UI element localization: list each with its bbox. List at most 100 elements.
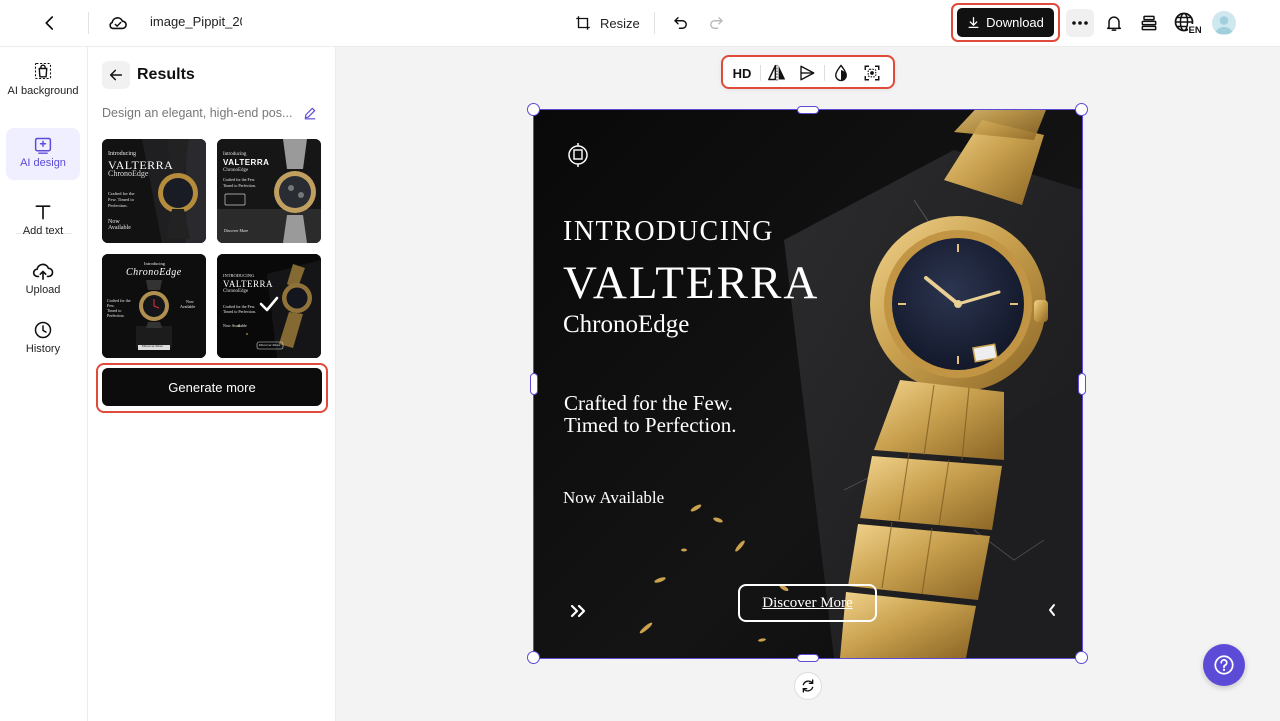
resize-handle-right[interactable]	[1078, 373, 1086, 395]
pencil-icon	[304, 107, 316, 120]
rail-item-label: Upload	[25, 284, 61, 296]
rail-item-ai-design[interactable]: AI design	[6, 128, 80, 180]
result-thumbnail-4[interactable]: INTRODUCING VALTERRA ChronoEdge Crafted …	[217, 254, 321, 358]
resize-handle-bottom-right[interactable]	[1075, 651, 1088, 664]
user-avatar[interactable]	[1212, 11, 1236, 35]
user-icon	[1215, 16, 1233, 34]
resize-handle-top-left[interactable]	[527, 103, 540, 116]
back-button[interactable]	[38, 11, 62, 35]
rail-item-add-text[interactable]: Add text	[6, 202, 80, 242]
resize-handle-top[interactable]	[797, 106, 819, 114]
download-button[interactable]: Download	[957, 8, 1054, 37]
resize-label: Resize	[600, 15, 640, 31]
send-icon	[800, 65, 815, 81]
bell-icon	[1107, 16, 1121, 31]
results-title: Results	[137, 66, 195, 83]
help-button[interactable]	[1203, 644, 1245, 686]
results-back-button[interactable]	[102, 61, 130, 89]
flip-button[interactable]	[765, 62, 789, 84]
edit-prompt-button[interactable]	[303, 106, 319, 122]
arrow-left-icon	[109, 69, 123, 81]
generate-more-button[interactable]: Generate more	[102, 368, 322, 406]
layers-icon	[1141, 15, 1157, 31]
rail-item-history[interactable]: History	[6, 320, 80, 360]
prompt-preview: Design an elegant, high-end pos...	[102, 106, 293, 120]
thumbnail-text: Discover More	[259, 343, 281, 347]
poster-brand-text: VALTERRA	[563, 257, 820, 309]
send-button[interactable]	[795, 62, 819, 84]
toolbar-divider	[824, 65, 825, 81]
thumbnail-text: Introducing	[108, 151, 136, 157]
notifications-button[interactable]	[1102, 11, 1126, 35]
thumbnail-text: Available	[180, 304, 196, 309]
topbar-divider	[654, 12, 655, 34]
download-icon	[968, 16, 979, 29]
chevron-left-icon	[45, 16, 54, 30]
top-bar: image_Pippit_20 Resize Download EN	[0, 0, 1280, 47]
storage-button[interactable]	[1137, 11, 1161, 35]
focus-icon	[864, 65, 880, 81]
help-icon	[1214, 655, 1234, 675]
clock-icon	[34, 321, 52, 339]
resize-icon	[576, 16, 590, 30]
rail-item-label: AI design	[20, 157, 66, 169]
results-panel: Results Design an elegant, high-end pos.…	[88, 47, 336, 721]
focus-button[interactable]	[860, 62, 884, 84]
cloud-icon	[109, 17, 127, 30]
resize-handle-bottom[interactable]	[797, 654, 819, 662]
more-horizontal-icon	[1072, 21, 1088, 25]
language-code: EN	[1189, 25, 1202, 35]
thumbnail-text: Available	[108, 225, 131, 231]
result-thumbnail-1[interactable]: Introducing VALTERRA ChronoEdge Crafted …	[102, 139, 206, 243]
checkmark-icon	[259, 296, 279, 312]
poster-cta-button[interactable]: Discover More	[738, 584, 877, 622]
thumbnail-text: Timed to Perfection.	[223, 183, 256, 188]
text-icon	[35, 205, 51, 220]
thumbnail-text: VALTERRA	[223, 279, 274, 289]
filename-input[interactable]: image_Pippit_20	[150, 14, 242, 29]
thumbnail-text: INTRODUCING	[223, 273, 255, 278]
resize-handle-bottom-left[interactable]	[527, 651, 540, 664]
thumbnail-text: Discover More	[142, 344, 164, 348]
rail-item-label: Add text	[22, 225, 64, 237]
rotate-button[interactable]	[794, 672, 822, 700]
flip-icon	[768, 64, 786, 82]
more-options-button[interactable]	[1066, 9, 1094, 37]
poster-tagline-line: Timed to Perfection.	[564, 413, 737, 437]
undo-button[interactable]	[669, 11, 693, 35]
thumbnail-text: ChronoEdge	[108, 169, 149, 178]
download-label: Download	[986, 15, 1044, 30]
resize-button[interactable]: Resize	[574, 11, 640, 35]
redo-button[interactable]	[704, 11, 728, 35]
thumbnail-text: ChronoEdge	[223, 168, 249, 173]
thumbnail-text: Timed to Perfection.	[223, 309, 256, 314]
poster-tagline-line: Crafted for the Few.	[564, 391, 733, 415]
droplet-icon	[835, 64, 847, 82]
rail-item-upload[interactable]: Upload	[6, 261, 80, 301]
thumbnail-text: VALTERRA	[223, 158, 270, 167]
thumbnail-text: Perfection.	[107, 313, 125, 318]
tool-rail: AI background AI design Add text Upload …	[0, 47, 88, 721]
rotate-icon	[802, 679, 814, 693]
canvas-area: HD INTRODUCING VALTERRA ChronoEdge Craft…	[336, 47, 1280, 721]
resize-handle-left[interactable]	[530, 373, 538, 395]
redo-icon	[710, 17, 723, 29]
globe-icon: EN	[1174, 12, 1202, 35]
undo-icon	[674, 17, 687, 29]
rail-item-ai-background[interactable]: AI background	[6, 61, 80, 113]
thumbnail-text: Introducing	[223, 152, 247, 157]
thumbnail-text: Few. Timed to	[108, 197, 134, 202]
hd-button[interactable]: HD	[731, 62, 753, 84]
resize-handle-top-right[interactable]	[1075, 103, 1088, 116]
poster-tagline: Crafted for the Few. Timed to Perfection…	[564, 392, 736, 436]
toolbar-divider	[760, 65, 761, 81]
result-thumbnail-3[interactable]: Introducing ChronoEdge Crafted for the F…	[102, 254, 206, 358]
language-button[interactable]: EN	[1173, 11, 1201, 35]
cloud-save-button[interactable]	[105, 11, 131, 35]
design-poster[interactable]: INTRODUCING VALTERRA ChronoEdge Crafted …	[534, 110, 1082, 658]
shopping-bag-icon	[34, 62, 52, 80]
opacity-button[interactable]	[829, 62, 853, 84]
result-thumbnail-2[interactable]: Introducing VALTERRA ChronoEdge Crafted …	[217, 139, 321, 243]
topbar-divider	[88, 12, 89, 34]
thumbnail-text: Perfection.	[108, 203, 128, 208]
